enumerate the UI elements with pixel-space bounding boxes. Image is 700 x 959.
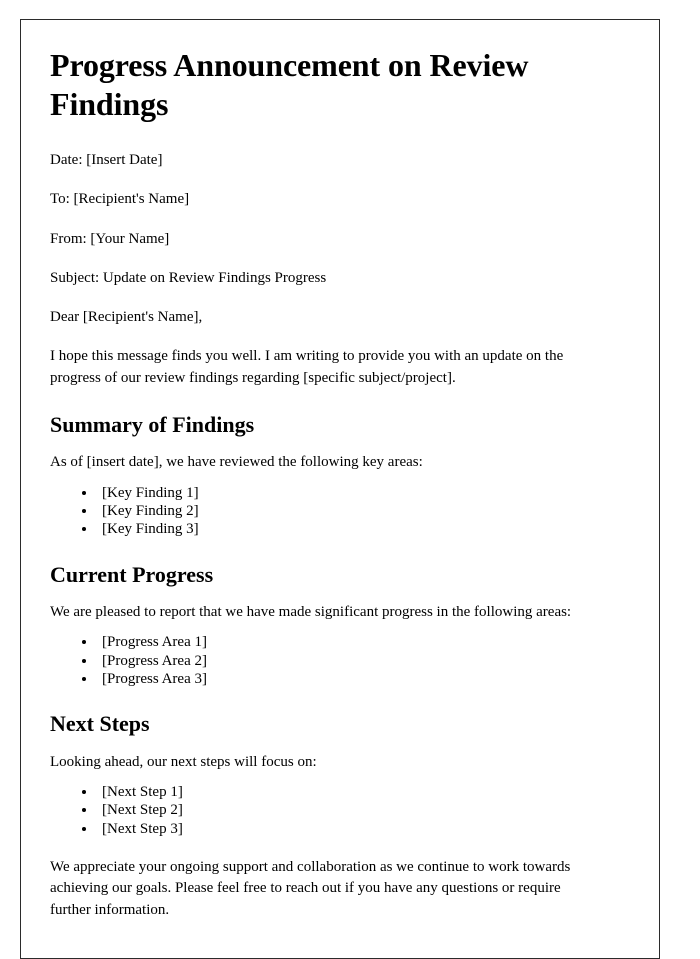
section-heading-summary-of-findings: Summary of Findings [50, 411, 255, 437]
list-item: [Next Step 2] [97, 801, 601, 819]
section-lead-next-steps: Looking ahead, our next steps will focus… [50, 753, 317, 770]
meta-recipient: To: [Recipient's Name] [50, 191, 190, 208]
meta-date: Date: [Insert Date] [50, 152, 163, 169]
meta-subject: Subject: Update on Review Findings Progr… [50, 269, 327, 286]
list-item: [Progress Area 3] [97, 670, 601, 688]
list-summary-of-findings: [Key Finding 1] [Key Finding 2] [Key Fin… [50, 484, 601, 539]
list-item: [Progress Area 2] [97, 652, 601, 670]
page-title: Progress Announcement on Review Findings [50, 47, 529, 123]
list-item: [Progress Area 1] [97, 633, 601, 651]
closing-paragraph: We appreciate your ongoing support and c… [50, 858, 571, 918]
document-page: Progress Announcement on Review Findings… [20, 19, 660, 959]
list-current-progress: [Progress Area 1] [Progress Area 2] [Pro… [50, 633, 601, 688]
intro-paragraph: I hope this message finds you well. I am… [50, 348, 564, 386]
document-content: Progress Announcement on Review Findings… [21, 20, 659, 921]
section-lead-summary-of-findings: As of [insert date], we have reviewed th… [50, 454, 423, 471]
section-heading-current-progress: Current Progress [50, 561, 214, 587]
list-next-steps: [Next Step 1] [Next Step 2] [Next Step 3… [50, 783, 601, 838]
meta-sender: From: [Your Name] [50, 230, 170, 247]
list-item: [Next Step 1] [97, 783, 601, 801]
salutation: Dear [Recipient's Name], [50, 309, 203, 326]
list-item: [Key Finding 3] [97, 520, 601, 538]
list-item: [Key Finding 1] [97, 484, 601, 502]
section-lead-current-progress: We are pleased to report that we have ma… [50, 604, 572, 621]
section-heading-next-steps: Next Steps [50, 711, 150, 737]
list-item: [Key Finding 2] [97, 502, 601, 520]
list-item: [Next Step 3] [97, 820, 601, 838]
